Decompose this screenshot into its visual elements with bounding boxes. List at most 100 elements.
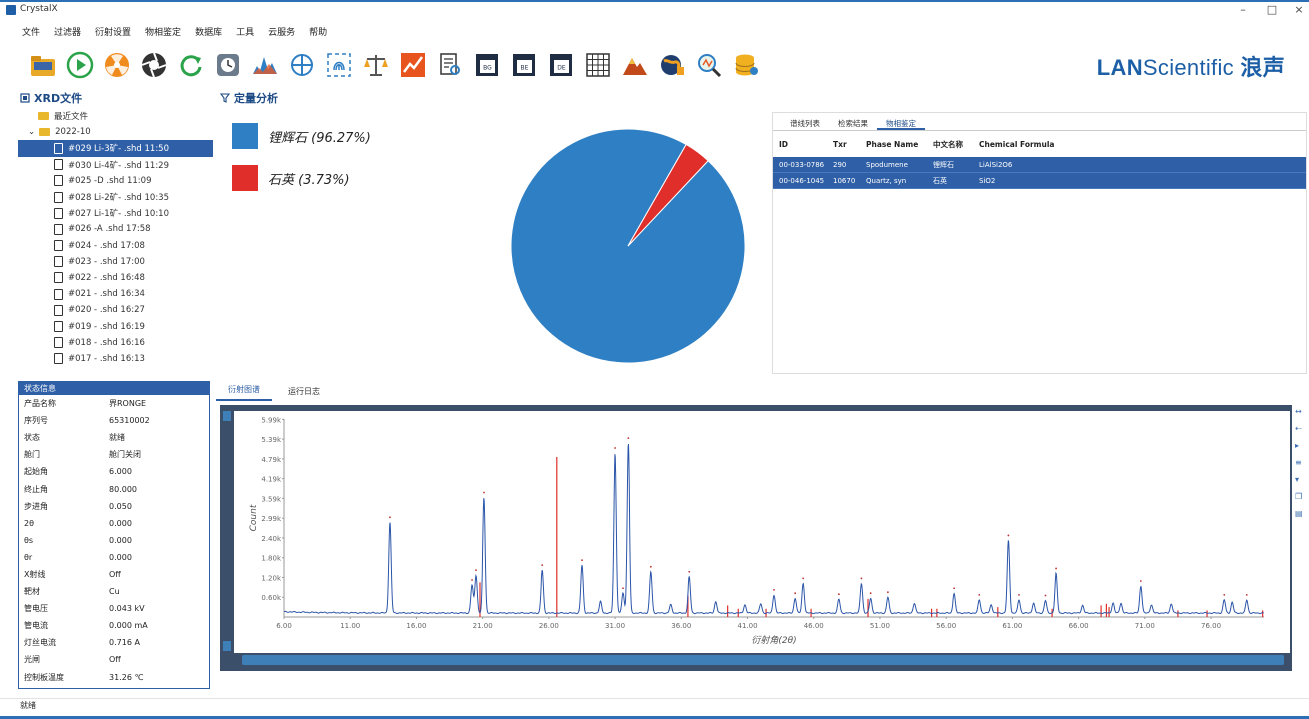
table-row[interactable]: 00-046-1045 10670 Quartz, syn 石英 SiO2 bbox=[773, 173, 1306, 189]
app-icon bbox=[6, 5, 16, 15]
peak-marker bbox=[953, 587, 956, 590]
be-icon[interactable]: BE bbox=[509, 50, 539, 80]
peak-marker bbox=[886, 591, 889, 594]
crosshair-icon[interactable] bbox=[287, 50, 317, 80]
peak-marker bbox=[541, 564, 544, 567]
minimize-button[interactable]: – bbox=[1232, 3, 1254, 16]
scroll-thumb[interactable] bbox=[242, 655, 1284, 665]
tree-file-item[interactable]: #026 -A .shd 17:58 bbox=[18, 221, 213, 237]
folder-icon[interactable] bbox=[28, 50, 58, 80]
x-tick-label: 16.00 bbox=[406, 622, 426, 630]
peak-marker bbox=[622, 587, 624, 590]
menu-database[interactable]: 数据库 bbox=[195, 25, 222, 38]
menu-filter[interactable]: 过滤器 bbox=[54, 25, 81, 38]
tree-file-item[interactable]: #017 - .shd 16:13 bbox=[18, 351, 213, 367]
maximize-button[interactable]: □ bbox=[1261, 3, 1283, 16]
col-id[interactable]: ID bbox=[773, 140, 833, 149]
y-tick-label: 2.99k bbox=[261, 515, 282, 523]
tree-file-item[interactable]: #027 Li-1矿- .shd 10:10 bbox=[18, 205, 213, 221]
grid-icon[interactable] bbox=[583, 50, 613, 80]
x-tick-label: 11.00 bbox=[340, 622, 360, 630]
status-row: θs 0.000 bbox=[24, 535, 132, 545]
legend-item-quartz: 石英 (3.73%) bbox=[232, 165, 350, 191]
tab-peak-list[interactable]: 谱线列表 bbox=[781, 113, 829, 130]
globe-icon[interactable] bbox=[657, 50, 687, 80]
radiation-icon[interactable] bbox=[102, 50, 132, 80]
tree-folder-2022-10[interactable]: ⌄ 2022-10 bbox=[18, 124, 213, 140]
tree-file-item[interactable]: #030 Li-4矿- .shd 11:29 bbox=[18, 157, 213, 173]
zoom-in-icon[interactable]: ↔ bbox=[1295, 407, 1307, 416]
menu-help[interactable]: 帮助 bbox=[309, 25, 327, 38]
bg-icon[interactable]: BG bbox=[472, 50, 502, 80]
menu-phase-identification[interactable]: 物相鉴定 bbox=[145, 25, 181, 38]
trend-chart-icon[interactable] bbox=[398, 50, 428, 80]
refresh-icon[interactable] bbox=[176, 50, 206, 80]
x-tick-label: 66.00 bbox=[1069, 622, 1089, 630]
status-row: 产品名称 界RONGE bbox=[24, 399, 147, 409]
tree-file-item[interactable]: #020 - .shd 16:27 bbox=[18, 302, 213, 318]
list-icon[interactable]: ▤ bbox=[1295, 509, 1307, 518]
tab-run-log[interactable]: 运行日志 bbox=[276, 386, 332, 401]
tree-recent-files[interactable]: 最近文件 bbox=[18, 108, 213, 124]
balance-icon[interactable] bbox=[361, 50, 391, 80]
pan-icon[interactable]: ⇠ bbox=[1295, 424, 1307, 433]
xrd-pattern-chart[interactable]: 0.60k 1.20k 1.80k 2.40k 2.99k 3.59k 4.19k 4.79k… bbox=[234, 411, 1290, 655]
database-icon[interactable] bbox=[731, 50, 761, 80]
quant-header: 定量分析 bbox=[218, 88, 768, 108]
chevron-down-icon[interactable]: ⌄ bbox=[28, 127, 35, 137]
copy-icon[interactable]: ❐ bbox=[1295, 492, 1307, 501]
col-chemical-formula[interactable]: Chemical Formula bbox=[979, 140, 1099, 149]
tree-file-item[interactable]: #019 - .shd 16:19 bbox=[18, 318, 213, 334]
tree-file-item[interactable]: #018 - .shd 16:16 bbox=[18, 335, 213, 351]
tab-search-results[interactable]: 检索结果 bbox=[829, 113, 877, 130]
tree-file-item[interactable]: #028 Li-2矿- .shd 10:35 bbox=[18, 189, 213, 205]
status-row: 控制板温度 31.26 ℃ bbox=[24, 672, 144, 682]
tree-file-item[interactable]: #029 Li-3矿- .shd 11:50 bbox=[18, 140, 213, 157]
peak-chart-icon[interactable] bbox=[250, 50, 280, 80]
x-tick-label: 6.00 bbox=[276, 622, 292, 630]
tab-diffraction-pattern[interactable]: 衍射图谱 bbox=[216, 384, 272, 401]
status-row: 靶材 Cu bbox=[24, 587, 120, 597]
marker-icon[interactable]: ▾ bbox=[1295, 475, 1307, 484]
clock-icon[interactable] bbox=[213, 50, 243, 80]
y-axis-label: Count bbox=[249, 504, 259, 531]
menu-file[interactable]: 文件 bbox=[22, 25, 40, 38]
table-row[interactable]: 00-033-0786 290 Spodumene 锂辉石 LiAlSi2O6 bbox=[773, 157, 1306, 173]
label-icon[interactable]: ≡ bbox=[1295, 458, 1307, 467]
play-icon[interactable] bbox=[65, 50, 95, 80]
col-txr[interactable]: Txr bbox=[833, 140, 866, 149]
vscroll-thumb[interactable] bbox=[223, 411, 231, 421]
peak-marker bbox=[837, 593, 840, 596]
vscroll-thumb-bottom[interactable] bbox=[223, 641, 231, 651]
panel-icon bbox=[20, 93, 30, 103]
col-phase-name[interactable]: Phase Name bbox=[866, 140, 933, 149]
tree-file-item[interactable]: #025 -D .shd 11:09 bbox=[18, 173, 213, 189]
fingerprint-icon[interactable] bbox=[324, 50, 354, 80]
tab-phase-identification[interactable]: 物相鉴定 bbox=[877, 113, 925, 130]
menu-diffraction-settings[interactable]: 衍射设置 bbox=[95, 25, 131, 38]
phase-table-panel: 谱线列表 检索结果 物相鉴定 ID Txr Phase Name 中文名称 Ch… bbox=[772, 112, 1307, 374]
status-row: 起始角 6.000 bbox=[24, 467, 132, 477]
menu-tools[interactable]: 工具 bbox=[236, 25, 254, 38]
tree-file-item[interactable]: #022 - .shd 16:48 bbox=[18, 270, 213, 286]
mountain-icon[interactable] bbox=[620, 50, 650, 80]
x-tick-label: 46.00 bbox=[804, 622, 824, 630]
file-icon bbox=[54, 353, 63, 365]
aperture-icon[interactable] bbox=[139, 50, 169, 80]
arrow-right-icon[interactable]: ▸ bbox=[1295, 441, 1307, 450]
horizontal-scrollbar[interactable] bbox=[220, 653, 1292, 667]
col-chinese-name[interactable]: 中文名称 bbox=[933, 139, 979, 150]
de-icon[interactable]: DE bbox=[546, 50, 576, 80]
peak-marker bbox=[688, 570, 691, 573]
y-tick-label: 1.20k bbox=[261, 574, 282, 582]
menu-cloud[interactable]: 云服务 bbox=[268, 25, 295, 38]
document-search-icon[interactable] bbox=[435, 50, 465, 80]
legend-label: 石英 (3.73%) bbox=[268, 172, 350, 188]
close-button[interactable]: × bbox=[1288, 3, 1309, 16]
magnify-icon[interactable] bbox=[694, 50, 724, 80]
tree-file-item[interactable]: #021 - .shd 16:34 bbox=[18, 286, 213, 302]
tree-file-item[interactable]: #024 - .shd 17:08 bbox=[18, 238, 213, 254]
tree-file-item[interactable]: #023 - .shd 17:00 bbox=[18, 254, 213, 270]
svg-text:BE: BE bbox=[521, 65, 529, 72]
peak-marker bbox=[1044, 594, 1047, 597]
